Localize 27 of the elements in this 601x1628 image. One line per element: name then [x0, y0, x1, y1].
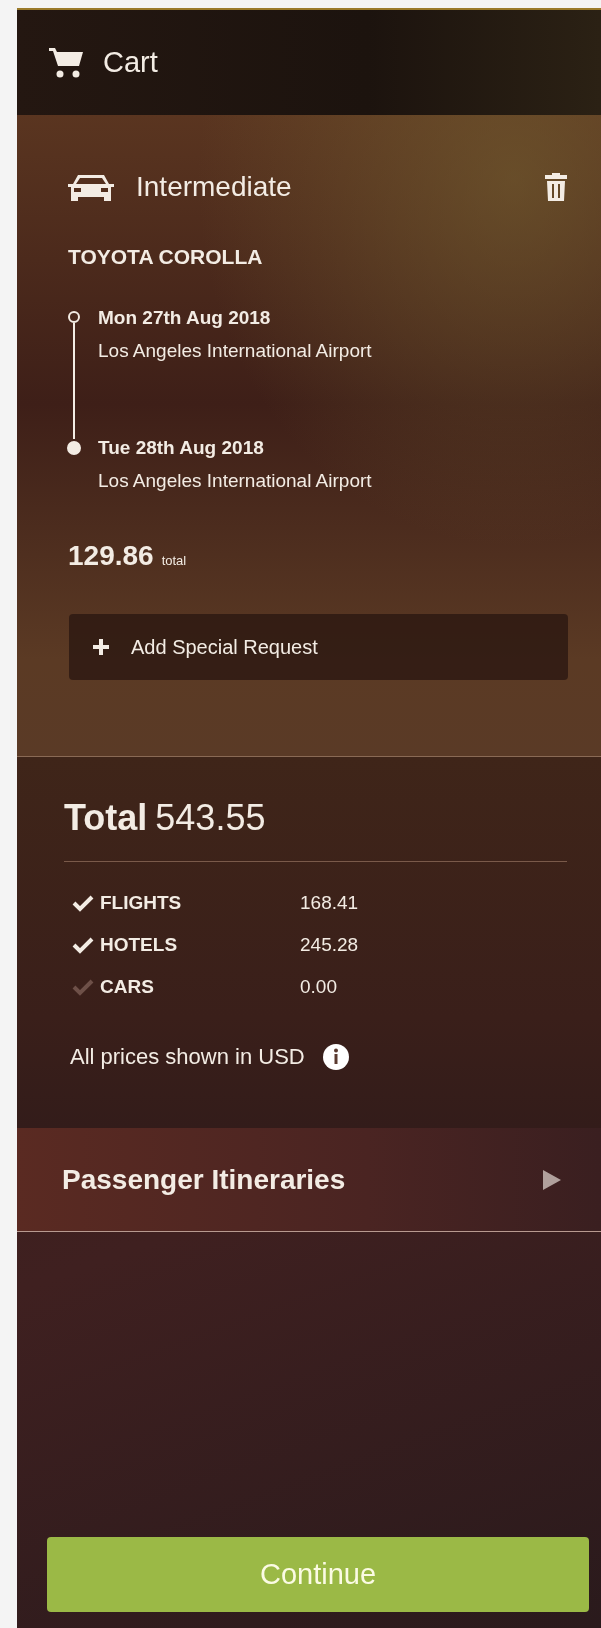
- special-request-button[interactable]: Add Special Request: [69, 614, 568, 680]
- timeline-dot: [67, 441, 81, 455]
- stop-date: Tue 28th Aug 2018: [98, 437, 265, 459]
- stop-location: Los Angeles International Airport: [98, 340, 372, 362]
- trash-icon[interactable]: [545, 173, 567, 201]
- info-icon[interactable]: [322, 1044, 349, 1070]
- car-price: 129.86: [68, 540, 154, 572]
- breakdown-amount: 168.41: [300, 892, 360, 914]
- price-suffix: total: [161, 553, 187, 568]
- header-title: Cart: [103, 46, 158, 79]
- plus-icon: [93, 639, 109, 655]
- passenger-itineraries-row[interactable]: Passenger Itineraries: [17, 1128, 601, 1232]
- car-model: TOYOTA COROLLA: [68, 245, 264, 269]
- timeline-dot: [68, 311, 80, 323]
- stop-date: Mon 27th Aug 2018: [98, 307, 272, 329]
- breakdown-label: FLIGHTS: [100, 892, 183, 914]
- car-category: Intermediate: [136, 171, 293, 203]
- breakdown-label: CARS: [100, 976, 155, 998]
- stop-location: Los Angeles International Airport: [98, 470, 372, 492]
- cart-icon: [49, 47, 83, 78]
- expand-arrow-icon: [543, 1169, 561, 1190]
- breakdown-amount: 0.00: [300, 976, 338, 998]
- total-amount: Total 543.55: [64, 797, 267, 839]
- breakdown-amount: 245.28: [300, 934, 360, 956]
- breakdown-label: HOTELS: [100, 934, 179, 956]
- currency-note: All prices shown in USD: [70, 1044, 305, 1070]
- car-icon: [68, 173, 114, 201]
